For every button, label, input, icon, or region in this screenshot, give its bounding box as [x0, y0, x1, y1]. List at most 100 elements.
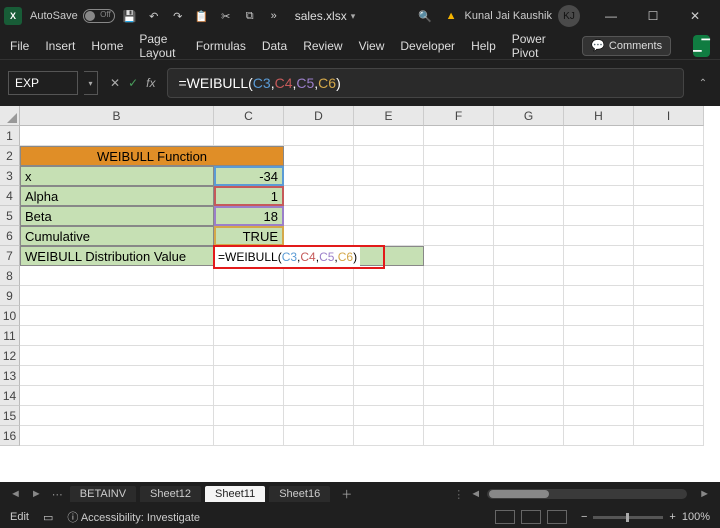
col-header-d[interactable]: D: [284, 106, 354, 126]
sheet-tab-sheet12[interactable]: Sheet12: [140, 486, 201, 502]
cell-e7[interactable]: [354, 246, 424, 266]
row-header-13[interactable]: 13: [0, 366, 20, 386]
stats-icon[interactable]: ▭: [43, 511, 53, 524]
normal-view-icon[interactable]: [495, 510, 515, 524]
cell-d1[interactable]: [284, 126, 354, 146]
col-header-b[interactable]: B: [20, 106, 214, 126]
toggle-switch-icon[interactable]: Off: [83, 9, 115, 23]
row-header-10[interactable]: 10: [0, 306, 20, 326]
col-header-i[interactable]: I: [634, 106, 704, 126]
formula-input[interactable]: =WEIBULL(C3,C4,C5,C6): [167, 68, 684, 98]
tab-view[interactable]: View: [359, 32, 385, 60]
paste-icon[interactable]: 📋: [195, 9, 209, 23]
more-icon[interactable]: »: [267, 9, 281, 23]
save-icon[interactable]: 💾: [123, 9, 137, 23]
cell-b5[interactable]: Beta: [20, 206, 214, 226]
comments-button[interactable]: 💬 Comments: [582, 36, 671, 56]
tab-developer[interactable]: Developer: [400, 32, 455, 60]
cells-area[interactable]: WEIBULL Function x -34 Alpha 1 Beta 18: [20, 126, 720, 482]
cell-c3[interactable]: -34: [214, 166, 284, 186]
cell-b3[interactable]: x: [20, 166, 214, 186]
cell-c1[interactable]: [214, 126, 284, 146]
row-header-14[interactable]: 14: [0, 386, 20, 406]
filename[interactable]: sales.xlsx: [295, 9, 347, 23]
tab-power-pivot[interactable]: Power Pivot: [512, 32, 550, 60]
row-header-7[interactable]: 7: [0, 246, 20, 266]
sheet-nav-next-icon[interactable]: ►: [27, 488, 46, 500]
close-button[interactable]: ✕: [674, 0, 716, 32]
row-header-11[interactable]: 11: [0, 326, 20, 346]
tab-review[interactable]: Review: [303, 32, 342, 60]
cell-c6[interactable]: TRUE: [214, 226, 284, 246]
new-sheet-button[interactable]: ＋: [333, 486, 360, 502]
page-layout-view-icon[interactable]: [521, 510, 541, 524]
row-header-3[interactable]: 3: [0, 166, 20, 186]
minimize-button[interactable]: —: [590, 0, 632, 32]
cell-b7[interactable]: WEIBULL Distribution Value: [20, 246, 214, 266]
cell-header-title[interactable]: WEIBULL Function: [20, 146, 284, 166]
redo-icon[interactable]: ↷: [171, 9, 185, 23]
cell-c5[interactable]: 18: [214, 206, 284, 226]
sheet-tab-betainv[interactable]: BETAINV: [70, 486, 136, 502]
insert-function-icon[interactable]: fx: [146, 76, 155, 90]
column-headers[interactable]: B C D E F G H I: [20, 106, 720, 126]
name-box-dropdown-icon[interactable]: ▾: [84, 71, 98, 95]
sheet-nav-prev-icon[interactable]: ◄: [6, 488, 25, 500]
zoom-control[interactable]: − + 100%: [581, 511, 710, 523]
user-account[interactable]: Kunal Jai Kaushik KJ: [465, 5, 580, 27]
sheet-tab-sheet11[interactable]: Sheet11: [205, 486, 265, 502]
row-header-4[interactable]: 4: [0, 186, 20, 206]
cell-b4[interactable]: Alpha: [20, 186, 214, 206]
col-header-e[interactable]: E: [354, 106, 424, 126]
hscroll-left-icon[interactable]: ◄: [466, 488, 485, 500]
undo-icon[interactable]: ↶: [147, 9, 161, 23]
cut-icon[interactable]: ✂: [219, 9, 233, 23]
tab-help[interactable]: Help: [471, 32, 496, 60]
tab-formulas[interactable]: Formulas: [196, 32, 246, 60]
row-header-9[interactable]: 9: [0, 286, 20, 306]
zoom-out-icon[interactable]: −: [581, 511, 587, 523]
zoom-level[interactable]: 100%: [682, 511, 710, 523]
col-header-h[interactable]: H: [564, 106, 634, 126]
sheet-scroll-divider-icon[interactable]: ⋮: [453, 488, 464, 501]
tab-home[interactable]: Home: [91, 32, 123, 60]
horizontal-scrollbar[interactable]: [487, 489, 687, 499]
maximize-button[interactable]: ☐: [632, 0, 674, 32]
tab-page-layout[interactable]: Page Layout: [139, 32, 179, 60]
tab-insert[interactable]: Insert: [45, 32, 75, 60]
tab-data[interactable]: Data: [262, 32, 287, 60]
cancel-formula-icon[interactable]: ✕: [110, 76, 120, 90]
enter-formula-icon[interactable]: ✓: [128, 76, 138, 90]
expand-formula-bar-icon[interactable]: ⌃: [694, 78, 712, 89]
row-header-5[interactable]: 5: [0, 206, 20, 226]
zoom-in-icon[interactable]: +: [669, 511, 675, 523]
warning-icon[interactable]: ▲: [446, 10, 457, 22]
col-header-g[interactable]: G: [494, 106, 564, 126]
cell-c7-editing[interactable]: =WEIBULL(C3,C4,C5,C6): [214, 246, 284, 266]
page-break-view-icon[interactable]: [547, 510, 567, 524]
row-header-8[interactable]: 8: [0, 266, 20, 286]
row-headers[interactable]: 12345678910111213141516: [0, 126, 20, 446]
cell-b6[interactable]: Cumulative: [20, 226, 214, 246]
row-header-15[interactable]: 15: [0, 406, 20, 426]
row-header-1[interactable]: 1: [0, 126, 20, 146]
row-header-6[interactable]: 6: [0, 226, 20, 246]
autosave-toggle[interactable]: AutoSave Off: [30, 9, 115, 23]
view-switcher[interactable]: [495, 510, 567, 524]
col-header-c[interactable]: C: [214, 106, 284, 126]
name-box[interactable]: EXP: [8, 71, 78, 95]
sheet-nav-more-icon[interactable]: ⋯: [48, 488, 67, 501]
cell-b1[interactable]: [20, 126, 214, 146]
filename-dropdown-icon[interactable]: ▾: [351, 11, 356, 22]
zoom-slider[interactable]: [593, 516, 663, 519]
row-header-2[interactable]: 2: [0, 146, 20, 166]
sheet-tab-sheet16[interactable]: Sheet16: [269, 486, 330, 502]
cell-c4[interactable]: 1: [214, 186, 284, 206]
row-header-16[interactable]: 16: [0, 426, 20, 446]
accessibility-status[interactable]: ⓘ Accessibility: Investigate: [67, 509, 200, 525]
row-header-12[interactable]: 12: [0, 346, 20, 366]
share-button[interactable]: ▁▔: [693, 35, 710, 57]
copy-icon[interactable]: ⧉: [243, 9, 257, 23]
select-all-button[interactable]: [0, 106, 20, 126]
spreadsheet-grid[interactable]: B C D E F G H I 12345678910111213141516 …: [0, 106, 720, 482]
